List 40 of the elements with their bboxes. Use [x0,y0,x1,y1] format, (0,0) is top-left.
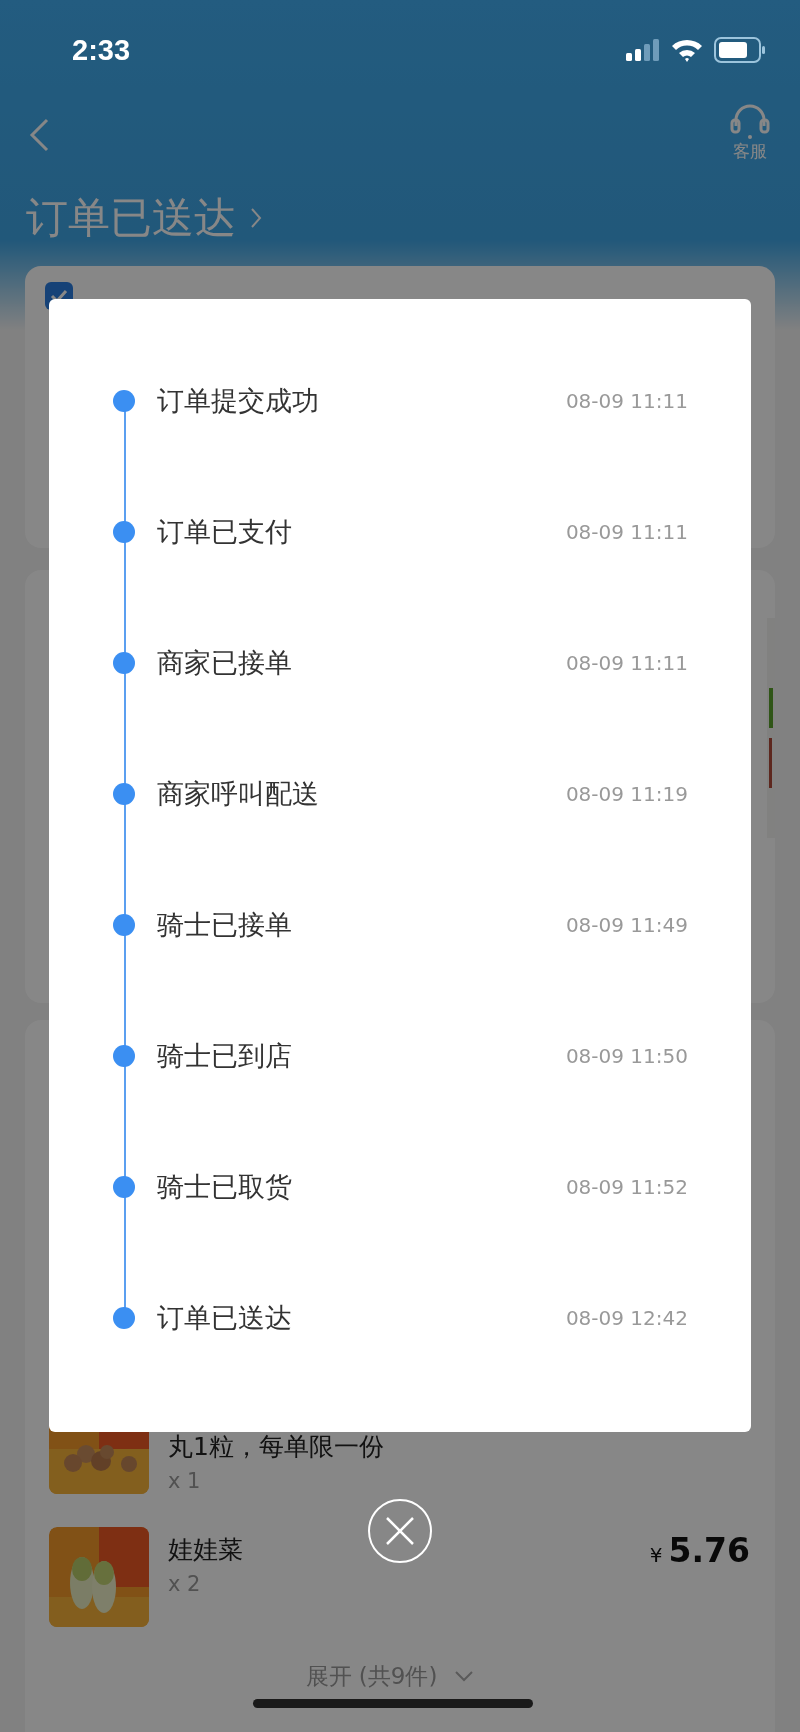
wifi-icon [670,38,704,62]
order-status-title[interactable]: 订单已送达 [26,190,236,246]
step-label: 商家已接单 [157,645,293,680]
step-time: 08-09 12:42 [565,1305,688,1330]
timeline-dot [113,913,135,936]
step-label: 订单提交成功 [157,383,320,418]
headset-icon[interactable] [730,104,770,140]
chevron-right-icon [250,207,262,229]
step-time: 08-09 11:11 [565,519,688,544]
step-label: 骑士已取货 [157,1169,293,1204]
chevron-down-icon[interactable] [455,1671,474,1682]
product-name: 娃娃菜 [168,1534,243,1566]
signal-icon [626,39,660,61]
step-time: 08-09 11:19 [565,781,688,806]
step-time: 08-09 11:11 [565,650,688,675]
step-label: 骑士已到店 [157,1038,293,1073]
status-time: 2:33 [72,33,131,67]
step-time: 08-09 11:11 [565,388,688,413]
service-label[interactable]: 客服 [733,140,767,163]
step-time: 08-09 11:50 [565,1043,688,1068]
close-icon [385,1516,415,1546]
currency-symbol: ¥ [649,1543,663,1567]
timeline-dot [113,651,135,674]
timeline-dot [113,1306,135,1329]
step-time: 08-09 11:49 [565,912,688,937]
timeline-dot [113,782,135,805]
step-label: 订单已送达 [157,1300,293,1335]
back-icon[interactable] [28,118,50,152]
step-label: 商家呼叫配送 [157,776,320,811]
step-label: 订单已支付 [157,514,293,549]
timeline-dot [113,1044,135,1067]
battery-icon [714,37,766,63]
step-label: 骑士已接单 [157,907,293,942]
product-price: 5.76 [668,1531,750,1570]
timeline-dot [113,520,135,543]
product-name: 丸1粒，每单限一份 [168,1431,384,1463]
timeline-dot [113,389,135,412]
close-button[interactable] [368,1499,432,1563]
step-time: 08-09 11:52 [565,1174,688,1199]
timeline-dot [113,1175,135,1198]
